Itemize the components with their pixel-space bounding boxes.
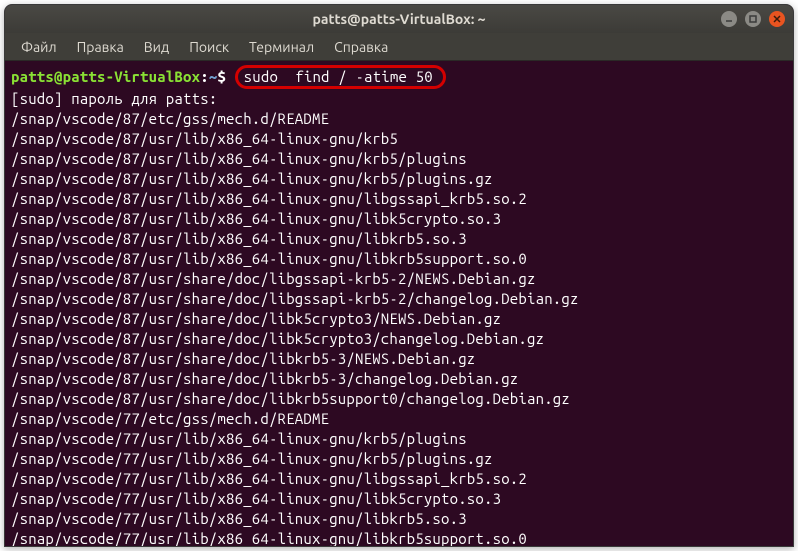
output-line: /snap/vscode/87/usr/share/doc/libk5crypt… bbox=[11, 330, 544, 347]
prompt-dollar: $ bbox=[217, 68, 226, 85]
terminal-content[interactable]: patts@patts-VirtualBox:~$ sudo find / -a… bbox=[5, 61, 793, 547]
output-line: /snap/vscode/87/usr/lib/x86_64-linux-gnu… bbox=[11, 190, 527, 207]
output-line: /snap/vscode/77/usr/lib/x86_64-linux-gnu… bbox=[11, 430, 467, 447]
menu-help[interactable]: Справка bbox=[326, 35, 396, 59]
output-line: /snap/vscode/77/etc/gss/mech.d/README bbox=[11, 410, 329, 427]
menu-edit[interactable]: Правка bbox=[69, 35, 132, 59]
output-line: /snap/vscode/77/usr/lib/x86_64-linux-gnu… bbox=[11, 470, 527, 487]
close-button[interactable] bbox=[769, 11, 785, 27]
output-line: /snap/vscode/87/usr/lib/x86_64-linux-gnu… bbox=[11, 130, 398, 147]
prompt-colon: : bbox=[200, 68, 209, 85]
output-line: /snap/vscode/87/usr/share/doc/libkrb5-3/… bbox=[11, 350, 475, 367]
menu-terminal[interactable]: Терминал bbox=[241, 35, 322, 59]
output-line: [sudo] пароль для patts: bbox=[11, 90, 217, 107]
output-line: /snap/vscode/87/usr/lib/x86_64-linux-gnu… bbox=[11, 150, 467, 167]
output-line: /snap/vscode/87/usr/share/doc/libgssapi-… bbox=[11, 290, 579, 307]
menu-file[interactable]: Файл bbox=[13, 35, 65, 59]
menu-view[interactable]: Вид bbox=[136, 35, 177, 59]
prompt-user-host: patts@patts-VirtualBox bbox=[11, 68, 200, 85]
output-line: /snap/vscode/87/usr/share/doc/libkrb5-3/… bbox=[11, 370, 518, 387]
titlebar: patts@patts-VirtualBox: ~ bbox=[5, 5, 793, 33]
window-controls bbox=[721, 11, 785, 27]
output-line: /snap/vscode/77/usr/lib/x86_64-linux-gnu… bbox=[11, 490, 501, 507]
maximize-button[interactable] bbox=[745, 11, 761, 27]
output-line: /snap/vscode/87/usr/lib/x86_64-linux-gnu… bbox=[11, 170, 493, 187]
output-line: /snap/vscode/87/usr/share/doc/libk5crypt… bbox=[11, 310, 501, 327]
output-line: /snap/vscode/87/usr/share/doc/libgssapi-… bbox=[11, 270, 536, 287]
output-line: /snap/vscode/87/etc/gss/mech.d/README bbox=[11, 110, 329, 127]
window-title: patts@patts-VirtualBox: ~ bbox=[313, 11, 486, 27]
command-highlight: sudo find / -atime 50 bbox=[235, 65, 446, 89]
output-line: /snap/vscode/77/usr/lib/x86_64-linux-gnu… bbox=[11, 450, 493, 467]
command-text: sudo find / -atime 50 bbox=[244, 68, 433, 85]
output-line: /snap/vscode/87/usr/lib/x86_64-linux-gnu… bbox=[11, 250, 527, 267]
terminal-window: patts@patts-VirtualBox: ~ Файл Правка Ви… bbox=[4, 4, 794, 547]
menu-search[interactable]: Поиск bbox=[181, 35, 237, 59]
output-line: /snap/vscode/77/usr/lib/x86_64-linux-gnu… bbox=[11, 530, 527, 547]
output-line: /snap/vscode/87/usr/lib/x86_64-linux-gnu… bbox=[11, 210, 501, 227]
output-line: /snap/vscode/87/usr/share/doc/libkrb5sup… bbox=[11, 390, 570, 407]
output-line: /snap/vscode/87/usr/lib/x86_64-linux-gnu… bbox=[11, 230, 467, 247]
minimize-button[interactable] bbox=[721, 11, 737, 27]
output-line: /snap/vscode/77/usr/lib/x86_64-linux-gnu… bbox=[11, 510, 467, 527]
menubar: Файл Правка Вид Поиск Терминал Справка bbox=[5, 33, 793, 61]
